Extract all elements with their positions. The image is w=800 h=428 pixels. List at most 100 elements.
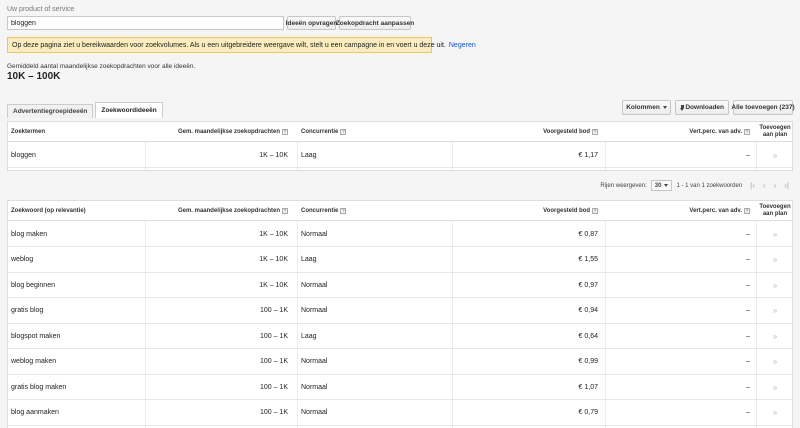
- bid-cell: € 0,99: [578, 358, 598, 365]
- table-header: Zoektermen Gem. maandelijkse zoekopdrach…: [8, 122, 792, 142]
- competition-cell: Laag: [301, 332, 317, 340]
- help-icon[interactable]: ?: [592, 207, 598, 214]
- keyword-cell: blog beginnen: [11, 281, 55, 289]
- tab-adgroup-ideas[interactable]: Advertentiegroepideeën: [7, 104, 94, 118]
- share-cell: –: [746, 409, 750, 416]
- tab-keyword-ideas[interactable]: Zoekwoordideeën: [95, 102, 163, 118]
- competition-cell: Normaal: [301, 383, 328, 391]
- col-competition-header[interactable]: Concurrentie?: [301, 122, 347, 141]
- bid-cell: € 0,64: [578, 332, 598, 340]
- add-to-plan-icon[interactable]: »: [756, 248, 794, 272]
- col-bid-label: Voorgesteld bod: [543, 207, 590, 214]
- competition-cell: Normaal: [301, 281, 328, 289]
- keyword-cell: blog maken: [11, 230, 48, 238]
- col-bid-label: Voorgesteld bod: [543, 128, 590, 135]
- volume-cell: 1K – 10K: [259, 151, 288, 159]
- help-icon[interactable]: ?: [340, 207, 347, 214]
- help-icon[interactable]: ?: [340, 128, 347, 135]
- volume-cell: 100 – 1K: [259, 409, 288, 416]
- col-share-header[interactable]: Vert.perc. van adv.?: [689, 122, 750, 141]
- col-competition-label: Concurrentie: [301, 207, 339, 214]
- avg-searches-label: Gemiddeld aantal maandelijkse zoekopdrac…: [7, 63, 196, 70]
- caret-down-icon: [662, 106, 667, 109]
- bid-cell: € 1,17: [578, 151, 598, 159]
- competition-cell: Laag: [301, 256, 317, 263]
- share-cell: –: [746, 307, 750, 314]
- bid-cell: € 0,79: [578, 409, 598, 416]
- col-volume-label: Gem. maandelijkse zoekopdrachten: [177, 128, 280, 135]
- volume-cell: 1K – 10K: [259, 256, 288, 263]
- product-input[interactable]: [7, 16, 284, 30]
- download-button-label: Downloaden: [685, 104, 724, 111]
- add-to-plan-icon[interactable]: »: [756, 273, 794, 297]
- add-to-plan-icon[interactable]: »: [756, 375, 794, 399]
- table-row: blogspot maken 100 – 1K Laag € 0,64 – »: [8, 324, 792, 349]
- add-all-button[interactable]: Alle toevoegen (237): [731, 100, 795, 115]
- help-icon[interactable]: ?: [744, 128, 750, 135]
- col-keyword-header[interactable]: Zoekwoord (op relevantie): [11, 201, 86, 220]
- col-share-header[interactable]: Vert.perc. van adv.?: [689, 201, 750, 220]
- share-cell: –: [746, 256, 750, 263]
- col-competition-label: Concurrentie: [301, 128, 339, 135]
- competition-cell: Normaal: [301, 358, 328, 365]
- last-page-icon[interactable]: ›|: [784, 181, 789, 190]
- keyword-cell: blogspot maken: [11, 332, 61, 340]
- keyword-cell: weblog: [11, 256, 34, 263]
- competition-cell: Normaal: [301, 230, 328, 238]
- help-icon[interactable]: ?: [744, 207, 750, 214]
- help-icon[interactable]: ?: [592, 128, 598, 135]
- bid-cell: € 0,97: [578, 281, 598, 289]
- next-page-icon[interactable]: ›: [774, 181, 777, 190]
- table-row: gratis blog maken 100 – 1K Normaal € 1,0…: [8, 375, 792, 400]
- bid-cell: € 0,87: [578, 230, 598, 238]
- first-page-icon[interactable]: |‹: [750, 181, 755, 190]
- table-row: bloggen 1K – 10K Laag € 1,17 – »: [8, 143, 792, 168]
- add-to-plan-icon[interactable]: »: [756, 324, 794, 348]
- add-to-plan-icon[interactable]: »: [756, 299, 794, 323]
- rows-select-value: 30: [654, 182, 662, 189]
- col-share-label: Vert.perc. van adv.: [689, 207, 742, 214]
- col-competition-header[interactable]: Concurrentie?: [301, 201, 347, 220]
- col-bid-header[interactable]: Voorgesteld bod?: [543, 122, 598, 141]
- volume-cell: 100 – 1K: [259, 332, 288, 340]
- notice-text: Op deze pagina ziet u bereikwaarden voor…: [12, 41, 446, 49]
- keyword-cell: gratis blog: [11, 307, 44, 314]
- caret-down-icon: [664, 184, 669, 187]
- help-icon[interactable]: ?: [282, 207, 288, 214]
- pager: Rijen weergeven: 30 1 - 1 van 1 zoekwoor…: [7, 177, 793, 194]
- bid-cell: € 1,07: [578, 383, 598, 391]
- keyword-cell: blog aanmaken: [11, 409, 59, 416]
- bid-cell: € 0,94: [578, 307, 598, 314]
- download-button[interactable]: Downloaden: [675, 100, 729, 115]
- add-to-plan-icon[interactable]: »: [756, 222, 794, 246]
- add-to-plan-icon[interactable]: »: [756, 401, 794, 425]
- share-cell: –: [746, 151, 750, 159]
- bid-cell: € 1,55: [578, 256, 598, 263]
- search-terms-table: Zoektermen Gem. maandelijkse zoekopdrach…: [7, 121, 793, 171]
- help-icon[interactable]: ?: [282, 128, 288, 135]
- dismiss-link[interactable]: Negeren: [449, 42, 476, 49]
- keyword-cell: gratis blog maken: [11, 383, 67, 391]
- col-bid-header[interactable]: Voorgesteld bod?: [543, 201, 598, 220]
- table-row: weblog 1K – 10K Laag € 1,55 – »: [8, 248, 792, 273]
- col-add-header: Toevoegen aan plan: [759, 203, 791, 217]
- col-keyword-header[interactable]: Zoektermen: [11, 122, 45, 141]
- table-row: weblog maken 100 – 1K Normaal € 0,99 – »: [8, 350, 792, 375]
- col-volume-header[interactable]: Gem. maandelijkse zoekopdrachten?: [178, 122, 288, 141]
- columns-button[interactable]: Kolommen: [622, 100, 671, 115]
- download-icon: [680, 104, 685, 111]
- add-to-plan-icon[interactable]: »: [756, 143, 794, 167]
- avg-searches-value: 10K – 100K: [7, 71, 61, 82]
- share-cell: –: [746, 281, 750, 289]
- volume-cell: 100 – 1K: [259, 358, 288, 365]
- prev-page-icon[interactable]: ‹: [763, 181, 766, 190]
- col-add-header: Toevoegen aan plan: [759, 124, 791, 138]
- rows-select[interactable]: 30: [650, 180, 673, 191]
- adjust-search-button[interactable]: Zoekopdracht aanpassen: [336, 16, 414, 30]
- keyword-cell: bloggen: [11, 151, 36, 159]
- volume-cell: 1K – 10K: [259, 281, 288, 289]
- col-volume-header[interactable]: Gem. maandelijkse zoekopdrachten?: [178, 201, 288, 220]
- get-ideas-button[interactable]: Ideeën opvragen: [286, 16, 337, 30]
- add-to-plan-icon[interactable]: »: [756, 350, 794, 374]
- notice-banner: Op deze pagina ziet u bereikwaarden voor…: [7, 37, 476, 53]
